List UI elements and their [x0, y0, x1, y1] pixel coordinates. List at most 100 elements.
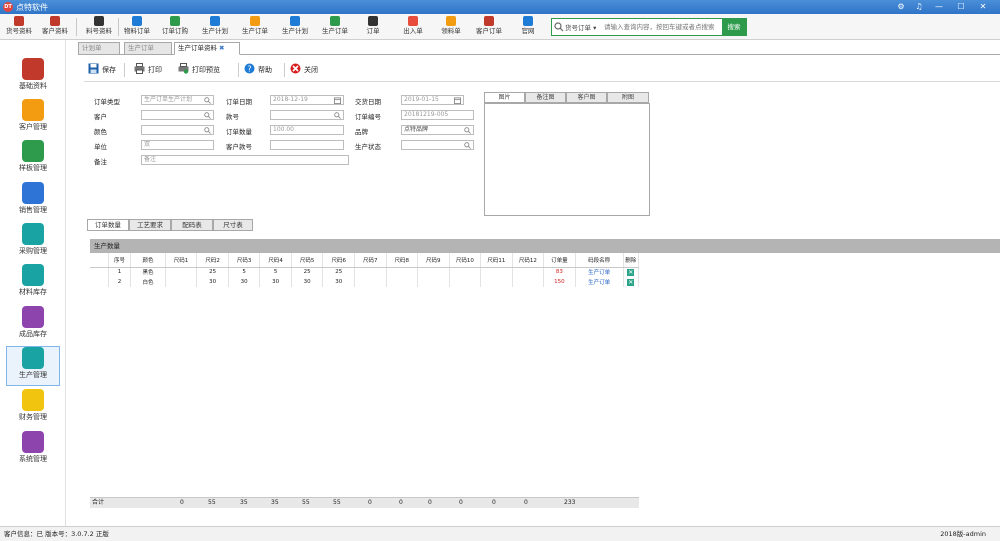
tab-order-quantity[interactable]: 订单数量 — [87, 219, 129, 231]
column-header-size-1[interactable]: 尺码1 — [165, 253, 198, 268]
toolbar-button-in-out[interactable]: 出入单 — [398, 15, 428, 39]
sidebar-item-finance[interactable]: 财务管理 — [6, 389, 60, 429]
cell-color[interactable]: 黑色 — [130, 267, 166, 277]
column-header-no[interactable]: 序号 — [108, 253, 132, 268]
tab-production-order-data[interactable]: 生产订单资料 ✖ — [174, 42, 240, 55]
cell-size-8[interactable] — [386, 267, 419, 277]
remark-field[interactable]: 备注 — [141, 155, 349, 165]
close-tab-icon[interactable]: ✖ — [219, 44, 224, 52]
toolbar-button-orders[interactable]: 订单 — [358, 15, 388, 39]
tab-image[interactable]: 图片 — [484, 92, 525, 103]
cell-size-7[interactable] — [354, 267, 387, 277]
sidebar-item-production[interactable]: 生产管理 — [6, 346, 60, 386]
column-header-size-3[interactable]: 尺码3 — [228, 253, 261, 268]
tab-process-requirements[interactable]: 工艺要求 — [129, 219, 171, 231]
cell-size-10[interactable] — [449, 277, 482, 287]
tab-customer-image[interactable]: 客户图 — [566, 92, 607, 103]
close-window-button[interactable]: ✕ — [976, 1, 990, 13]
music-icon[interactable]: ♫ — [912, 1, 926, 13]
column-header-size-11[interactable]: 尺码11 — [480, 253, 513, 268]
toolbar-button-customer-order[interactable]: 客户订单 — [472, 15, 506, 39]
tab-attachment[interactable]: 附图 — [607, 92, 649, 103]
toolbar-button-website[interactable]: 官网 — [514, 15, 542, 39]
column-header-size-7[interactable]: 尺码7 — [354, 253, 387, 268]
cell-delete[interactable]: ✕ — [623, 277, 640, 287]
cell-size-9[interactable] — [417, 267, 450, 277]
help-button[interactable]: ? 帮助 — [244, 63, 272, 77]
maximize-button[interactable]: ☐ — [954, 1, 968, 13]
delete-row-icon[interactable]: ✕ — [627, 268, 635, 276]
cell-color[interactable]: 白色 — [130, 277, 166, 287]
lookup-icon[interactable] — [464, 127, 471, 134]
column-header-size-8[interactable]: 尺码8 — [386, 253, 419, 268]
cell-size-7[interactable] — [354, 277, 387, 287]
column-header-size-4[interactable]: 尺码4 — [259, 253, 292, 268]
cell-size-12[interactable] — [512, 277, 545, 287]
sidebar-item-system[interactable]: 系统管理 — [6, 431, 60, 471]
column-header-size-9[interactable]: 尺码9 — [417, 253, 450, 268]
minimize-button[interactable]: — — [932, 1, 946, 13]
cell-size-4[interactable]: 5 — [259, 267, 292, 277]
lookup-icon[interactable] — [464, 142, 471, 149]
search-button[interactable]: 搜索 — [722, 19, 746, 35]
unit-field[interactable]: 双 — [141, 140, 214, 150]
image-panel[interactable] — [484, 103, 650, 216]
delivery-date-field[interactable]: 2019-01-15 — [401, 95, 464, 105]
cell-size-8[interactable] — [386, 277, 419, 287]
customer-field[interactable] — [141, 110, 214, 120]
cell-size-6[interactable]: 30 — [322, 277, 355, 287]
cell-size-2[interactable]: 30 — [196, 277, 229, 287]
close-button[interactable]: 关闭 — [290, 63, 318, 77]
toolbar-button-production-schedule[interactable]: 生产计划 — [278, 15, 312, 39]
toolbar-button-material-order[interactable]: 物料订单 — [120, 15, 154, 39]
search-input[interactable] — [604, 21, 722, 33]
sidebar-item-purchase[interactable]: 采购管理 — [6, 223, 60, 263]
settings-icon[interactable]: ⚙ — [894, 1, 908, 13]
cell-size-3[interactable]: 30 — [228, 277, 261, 287]
table-row[interactable]: 2 白色 30 30 30 30 30 150 生产订单 ✕ — [90, 277, 640, 287]
cell-size-9[interactable] — [417, 277, 450, 287]
cell-order-qty[interactable]: 150 — [543, 277, 576, 287]
cell-size-5[interactable]: 25 — [291, 267, 324, 277]
cell-size-6[interactable]: 25 — [322, 267, 355, 277]
column-header-size-12[interactable]: 尺码12 — [512, 253, 545, 268]
cell-delete[interactable]: ✕ — [623, 267, 640, 277]
column-header-order-qty[interactable]: 订单量 — [543, 253, 576, 268]
cell-size-11[interactable] — [480, 267, 513, 277]
column-header-size-6[interactable]: 尺码6 — [322, 253, 355, 268]
cell-size-4[interactable]: 30 — [259, 277, 292, 287]
toolbar-button-style-data[interactable]: 货号资料 — [4, 15, 34, 39]
tab-plan[interactable]: 计划单 — [78, 42, 120, 55]
toolbar-button-order-purchase[interactable]: 订单订购 — [158, 15, 192, 39]
toolbar-button-picking[interactable]: 领料单 — [436, 15, 466, 39]
calendar-icon[interactable] — [454, 97, 461, 104]
cell-size-12[interactable] — [512, 267, 545, 277]
lookup-icon[interactable] — [334, 112, 341, 119]
brand-field[interactable]: 点特品牌 — [401, 125, 474, 135]
color-field[interactable] — [141, 125, 214, 135]
cell-size-5[interactable]: 30 — [291, 277, 324, 287]
customer-style-field[interactable] — [270, 140, 344, 150]
order-no-field[interactable]: 20181219-005 — [401, 110, 474, 120]
cell-no[interactable]: 2 — [108, 277, 132, 287]
style-field[interactable] — [270, 110, 344, 120]
cell-size-1[interactable] — [165, 277, 198, 287]
cell-size-2[interactable]: 25 — [196, 267, 229, 277]
tab-production-order[interactable]: 生产订单 — [124, 42, 172, 55]
sidebar-item-customer[interactable]: 客户管理 — [6, 99, 60, 139]
sidebar-item-material-stock[interactable]: 材料库存 — [6, 264, 60, 304]
cell-size-11[interactable] — [480, 277, 513, 287]
cell-size-3[interactable]: 5 — [228, 267, 261, 277]
print-preview-button[interactable]: 打印预览 — [178, 63, 220, 77]
sidebar-item-sample[interactable]: 样板管理 — [6, 140, 60, 180]
toolbar-button-production-plan[interactable]: 生产计划 — [198, 15, 232, 39]
print-button[interactable]: 打印 — [134, 63, 162, 77]
status-field[interactable] — [401, 140, 474, 150]
cell-size-group[interactable]: 生产订单 — [575, 267, 624, 277]
table-row[interactable]: 1 黑色 25 5 5 25 25 83 生产订单 ✕ — [90, 267, 640, 277]
column-header-delete[interactable]: 删除 — [623, 253, 640, 268]
quantity-field[interactable]: 100.00 — [270, 125, 344, 135]
cell-size-1[interactable] — [165, 267, 198, 277]
delete-row-icon[interactable]: ✕ — [627, 278, 635, 286]
column-header-size-group[interactable]: 码段名称 — [575, 253, 624, 268]
